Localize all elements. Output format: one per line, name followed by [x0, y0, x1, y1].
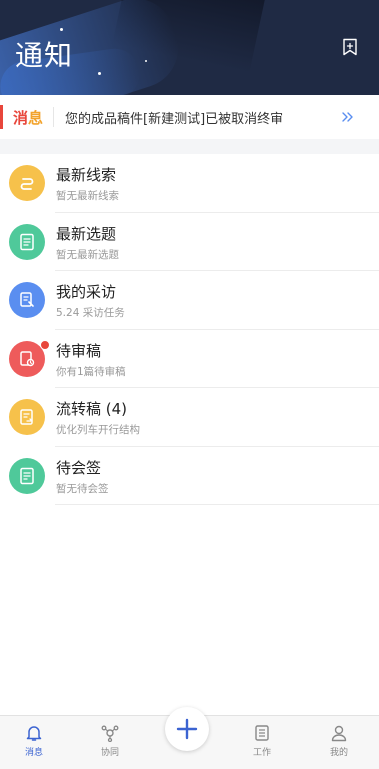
item-subtitle: 暂无最新线索: [56, 190, 119, 202]
item-label: 流转稿 (4): [56, 400, 128, 418]
item-label: 最新选题: [56, 224, 117, 243]
link-icon: [9, 165, 45, 201]
plus-icon: [176, 718, 198, 740]
list-item-pending-review[interactable]: 待审稿 你有1篇待审稿: [0, 330, 379, 388]
divider: [53, 107, 54, 127]
item-label: 待会签: [56, 458, 102, 477]
tab-messages[interactable]: 消息: [14, 724, 54, 758]
list-item-transfer-drafts[interactable]: 流转稿 (4) 优化列车开行结构: [0, 388, 379, 447]
bell-icon: [26, 726, 42, 741]
unread-dot: [40, 339, 50, 350]
item-subtitle: 优化列车开行结构: [56, 424, 140, 436]
tab-collaborate[interactable]: 协同: [90, 724, 130, 758]
list-item-latest-clues[interactable]: 最新线索 暂无最新线索: [0, 154, 379, 213]
tab-work[interactable]: 工作: [242, 724, 282, 758]
page-title: 通知: [15, 39, 74, 72]
work-icon: [255, 725, 269, 741]
message-banner[interactable]: 消息 您的成品稿件[新建测试]已被取消终审: [0, 95, 379, 139]
item-label: 我的采访: [56, 283, 117, 301]
transfer-icon: [9, 399, 45, 435]
sign-icon: [9, 457, 45, 494]
item-subtitle: 暂无待会签: [56, 482, 109, 495]
document-icon: [9, 223, 45, 260]
item-label: 待审稿: [56, 341, 102, 360]
add-button[interactable]: [165, 707, 209, 751]
message-badge: 消息: [0, 105, 53, 129]
interview-icon: [9, 282, 45, 318]
list-item-pending-countersign[interactable]: 待会签 暂无待会签: [0, 447, 379, 505]
bookmark-icon[interactable]: [341, 38, 359, 56]
banner-text: 您的成品稿件[新建测试]已被取消终审: [65, 112, 284, 127]
list-item-my-interviews[interactable]: 我的采访 5.24 采访任务: [0, 271, 379, 330]
item-subtitle: 5.24 采访任务: [56, 307, 125, 319]
item-label: 最新线索: [56, 166, 117, 184]
item-subtitle: 你有1篇待审稿: [56, 365, 126, 378]
item-subtitle: 暂无最新选题: [56, 248, 119, 261]
double-chevron-right-icon[interactable]: [341, 110, 355, 124]
list-item-latest-topics[interactable]: 最新选题 暂无最新选题: [0, 213, 379, 271]
collaborate-icon: [101, 725, 119, 742]
notification-list: 最新线索 暂无最新线索 最新选题 暂无最新选题 我的采访 5.24 采访任务 待…: [0, 154, 379, 505]
header: 通知: [0, 0, 379, 95]
user-icon: [331, 725, 347, 742]
tab-me[interactable]: 我的: [319, 724, 359, 758]
